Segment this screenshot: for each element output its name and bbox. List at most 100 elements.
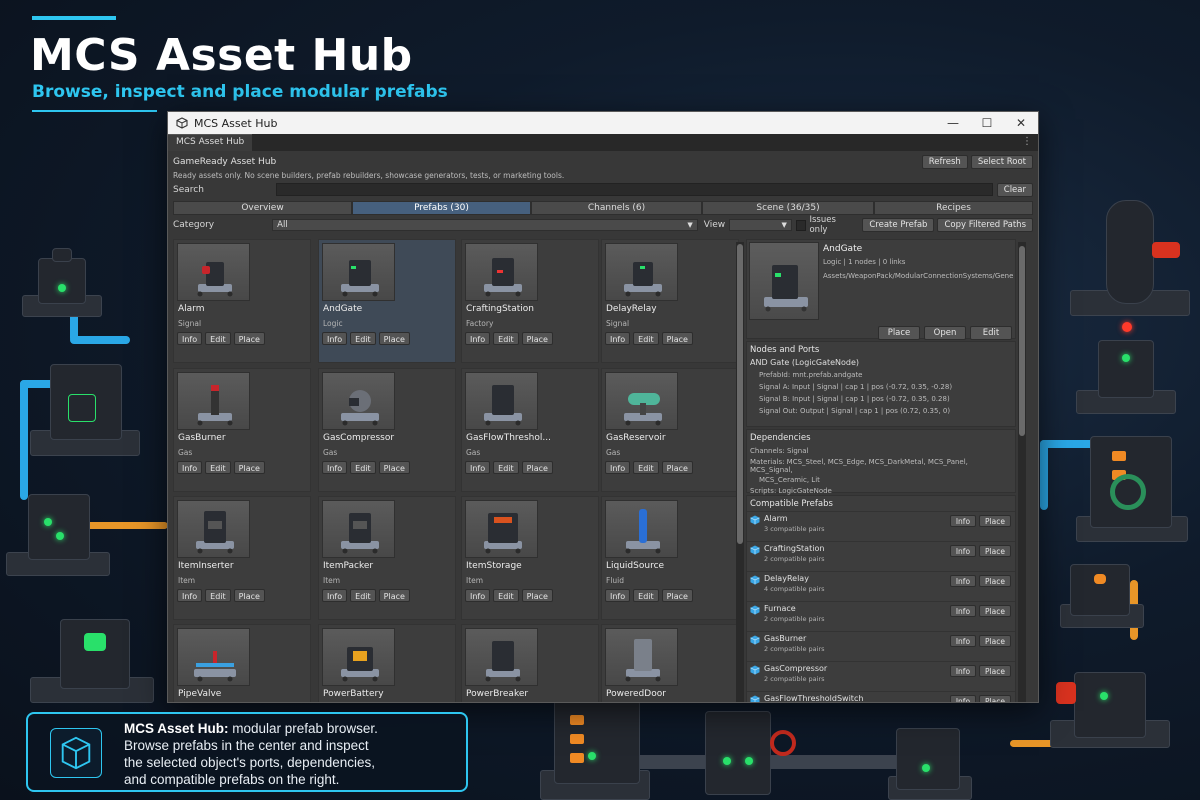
compatible-info-button[interactable]: Info bbox=[949, 545, 977, 557]
compatible-item[interactable]: DelayRelay 4 compatible pairs Info Place bbox=[747, 571, 1015, 601]
prefab-place-button[interactable]: Place bbox=[661, 589, 693, 602]
prefab-card[interactable]: Alarm Signal Info Edit Place bbox=[173, 239, 311, 363]
view-dropdown[interactable]: ▼ bbox=[728, 219, 792, 231]
close-button[interactable]: ✕ bbox=[1004, 112, 1038, 134]
prefab-edit-button[interactable]: Edit bbox=[205, 332, 231, 345]
prefab-info-button[interactable]: Info bbox=[322, 461, 348, 474]
compatible-place-button[interactable]: Place bbox=[979, 635, 1011, 647]
prefab-place-button[interactable]: Place bbox=[378, 461, 410, 474]
issues-only-checkbox[interactable] bbox=[795, 219, 807, 231]
compatible-item[interactable]: GasCompressor 2 compatible pairs Info Place bbox=[747, 661, 1015, 691]
detail-edit-button[interactable]: Edit bbox=[970, 326, 1012, 340]
compatible-place-button[interactable]: Place bbox=[979, 695, 1011, 702]
prefab-thumbnail[interactable] bbox=[605, 500, 678, 558]
prefab-place-button[interactable]: Place bbox=[521, 461, 553, 474]
compatible-place-button[interactable]: Place bbox=[979, 575, 1011, 587]
prefab-edit-button[interactable]: Edit bbox=[493, 332, 519, 345]
select-root-button[interactable]: Select Root bbox=[970, 154, 1033, 169]
prefab-card[interactable]: GasBurner Gas Info Edit Place bbox=[173, 368, 311, 492]
search-input[interactable] bbox=[276, 183, 993, 196]
prefab-thumbnail[interactable] bbox=[177, 243, 250, 301]
compatible-place-button[interactable]: Place bbox=[979, 605, 1011, 617]
prefab-info-button[interactable]: Info bbox=[465, 332, 491, 345]
prefab-thumbnail[interactable] bbox=[465, 628, 538, 686]
tab-prefabs[interactable]: Prefabs (30) bbox=[352, 201, 531, 215]
prefab-card[interactable]: ItemStorage Item Info Edit Place bbox=[461, 496, 599, 620]
prefab-edit-button[interactable]: Edit bbox=[350, 332, 376, 345]
prefab-card[interactable]: LiquidSource Fluid Info Edit Place bbox=[601, 496, 739, 620]
prefab-thumbnail[interactable] bbox=[322, 628, 395, 686]
prefab-edit-button[interactable]: Edit bbox=[350, 461, 376, 474]
prefab-place-button[interactable]: Place bbox=[378, 332, 410, 345]
prefab-edit-button[interactable]: Edit bbox=[633, 589, 659, 602]
prefab-edit-button[interactable]: Edit bbox=[633, 332, 659, 345]
compatible-item[interactable]: Furnace 2 compatible pairs Info Place bbox=[747, 601, 1015, 631]
prefab-info-button[interactable]: Info bbox=[465, 589, 491, 602]
prefab-edit-button[interactable]: Edit bbox=[493, 461, 519, 474]
compatible-info-button[interactable]: Info bbox=[949, 515, 977, 527]
clear-button[interactable]: Clear bbox=[996, 182, 1033, 197]
detail-scrollbar[interactable] bbox=[1018, 242, 1026, 702]
prefab-card[interactable]: ItemInserter Item Info Edit Place bbox=[173, 496, 311, 620]
prefab-card[interactable]: PowerBreakerInfoEditPlace bbox=[461, 624, 599, 702]
prefab-info-button[interactable]: Info bbox=[177, 332, 203, 345]
prefab-place-button[interactable]: Place bbox=[661, 461, 693, 474]
prefab-card[interactable]: GasFlowThreshol... Gas Info Edit Place bbox=[461, 368, 599, 492]
compatible-place-button[interactable]: Place bbox=[979, 665, 1011, 677]
prefab-thumbnail[interactable] bbox=[322, 372, 395, 430]
maximize-button[interactable]: ☐ bbox=[970, 112, 1004, 134]
prefab-thumbnail[interactable] bbox=[177, 372, 250, 430]
prefab-card[interactable]: GasReservoir Gas Info Edit Place bbox=[601, 368, 739, 492]
refresh-button[interactable]: Refresh bbox=[921, 154, 968, 169]
tab-scene[interactable]: Scene (36/35) bbox=[702, 201, 874, 215]
category-dropdown[interactable]: All ▼ bbox=[272, 219, 698, 231]
compatible-info-button[interactable]: Info bbox=[949, 575, 977, 587]
prefab-place-button[interactable]: Place bbox=[521, 589, 553, 602]
prefab-place-button[interactable]: Place bbox=[521, 332, 553, 345]
prefab-info-button[interactable]: Info bbox=[322, 589, 348, 602]
copy-filtered-paths-button[interactable]: Copy Filtered Paths bbox=[937, 218, 1033, 232]
prefab-place-button[interactable]: Place bbox=[661, 332, 693, 345]
more-options-icon[interactable]: ⋮ bbox=[1016, 134, 1038, 151]
prefab-edit-button[interactable]: Edit bbox=[205, 589, 231, 602]
prefab-card[interactable]: ItemPacker Item Info Edit Place bbox=[318, 496, 456, 620]
editor-tab[interactable]: MCS Asset Hub bbox=[168, 134, 253, 151]
prefab-card[interactable]: PowerBatteryInfoEditPlace bbox=[318, 624, 456, 702]
compatible-place-button[interactable]: Place bbox=[979, 545, 1011, 557]
detail-open-button[interactable]: Open bbox=[924, 326, 966, 340]
prefab-thumbnail[interactable] bbox=[177, 628, 250, 686]
prefab-thumbnail[interactable] bbox=[465, 372, 538, 430]
prefab-thumbnail[interactable] bbox=[322, 243, 395, 301]
compatible-item[interactable]: CraftingStation 2 compatible pairs Info Pla… bbox=[747, 541, 1015, 571]
prefab-edit-button[interactable]: Edit bbox=[350, 589, 376, 602]
compatible-item[interactable]: Alarm 3 compatible pairs Info Place bbox=[747, 511, 1015, 541]
prefab-thumbnail[interactable] bbox=[605, 372, 678, 430]
grid-scrollbar[interactable] bbox=[736, 242, 744, 702]
prefab-place-button[interactable]: Place bbox=[378, 589, 410, 602]
tab-recipes[interactable]: Recipes bbox=[874, 201, 1033, 215]
prefab-place-button[interactable]: Place bbox=[233, 332, 265, 345]
prefab-info-button[interactable]: Info bbox=[177, 589, 203, 602]
prefab-card[interactable]: AndGate Logic Info Edit Place bbox=[318, 239, 456, 363]
prefab-thumbnail[interactable] bbox=[465, 243, 538, 301]
compatible-info-button[interactable]: Info bbox=[949, 665, 977, 677]
prefab-place-button[interactable]: Place bbox=[233, 589, 265, 602]
compatible-item[interactable]: GasFlowThresholdSwitch Info Place bbox=[747, 691, 1015, 702]
prefab-thumbnail[interactable] bbox=[465, 500, 538, 558]
prefab-card[interactable]: GasCompressor Gas Info Edit Place bbox=[318, 368, 456, 492]
prefab-thumbnail[interactable] bbox=[605, 243, 678, 301]
compatible-info-button[interactable]: Info bbox=[949, 605, 977, 617]
prefab-card[interactable]: PoweredDoorInfoEditPlace bbox=[601, 624, 739, 702]
prefab-edit-button[interactable]: Edit bbox=[493, 589, 519, 602]
prefab-thumbnail[interactable] bbox=[177, 500, 250, 558]
prefab-info-button[interactable]: Info bbox=[322, 332, 348, 345]
compatible-info-button[interactable]: Info bbox=[949, 635, 977, 647]
compatible-place-button[interactable]: Place bbox=[979, 515, 1011, 527]
prefab-edit-button[interactable]: Edit bbox=[205, 461, 231, 474]
prefab-card[interactable]: CraftingStation Factory Info Edit Place bbox=[461, 239, 599, 363]
prefab-card[interactable]: PipeValveInfoEditPlace bbox=[173, 624, 311, 702]
prefab-info-button[interactable]: Info bbox=[605, 589, 631, 602]
compatible-info-button[interactable]: Info bbox=[949, 695, 977, 702]
compatible-item[interactable]: GasBurner 2 compatible pairs Info Place bbox=[747, 631, 1015, 661]
prefab-info-button[interactable]: Info bbox=[465, 461, 491, 474]
